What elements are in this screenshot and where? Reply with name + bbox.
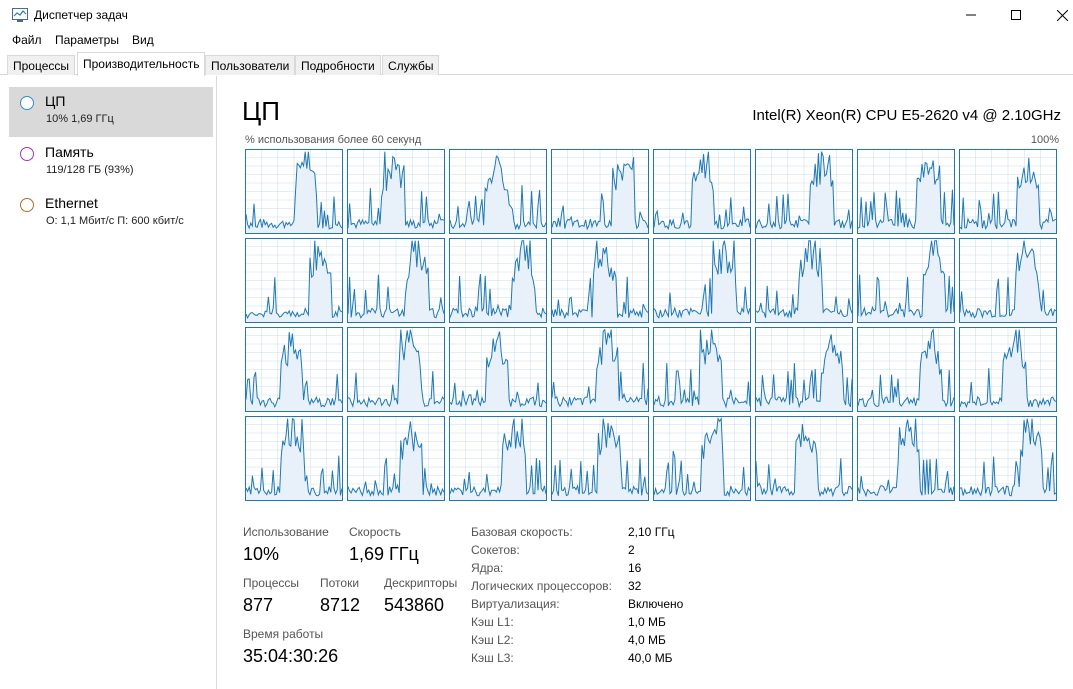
cpu-core-graph <box>653 416 751 501</box>
cpu-core-graph <box>755 327 853 412</box>
cpu-core-graph <box>857 327 955 412</box>
window-title: Диспетчер задач <box>34 8 128 22</box>
cpu-core-graph <box>551 149 649 234</box>
tab-details[interactable]: Подробности <box>295 55 381 75</box>
sidebar-item-label: Ethernet <box>45 195 98 211</box>
cores-label: Ядра: <box>471 561 504 575</box>
cpu-core-graph <box>551 327 649 412</box>
cpu-core-graph <box>245 149 343 234</box>
cpu-core-graph <box>347 238 445 323</box>
cpu-core-graph <box>959 327 1057 412</box>
cpu-core-graph <box>449 238 547 323</box>
cpu-core-graph <box>959 238 1057 323</box>
menu-file[interactable]: Файл <box>12 33 42 47</box>
l3-cache-value: 40,0 МБ <box>628 651 673 665</box>
logical-processors-value: 32 <box>628 579 642 593</box>
logical-processor-graphs[interactable] <box>245 149 1059 501</box>
l1-cache-label: Кэш L1: <box>471 615 514 629</box>
virtualization-value: Включено <box>628 597 684 611</box>
maximize-icon <box>1011 10 1021 20</box>
cpu-core-graph <box>449 327 547 412</box>
cpu-core-graph <box>551 416 649 501</box>
cpu-model-name: Intel(R) Xeon(R) CPU E5-2620 v4 @ 2.10GH… <box>752 107 1061 124</box>
sidebar-item-memory[interactable]: Память 119/128 ГБ (93%) <box>9 138 213 188</box>
threads-value: 8712 <box>320 595 361 615</box>
cpu-core-graph <box>551 238 649 323</box>
handles-label: Дескрипторы <box>384 576 458 590</box>
cpu-core-graph <box>347 149 445 234</box>
uptime-value: 35:04:30:26 <box>243 646 339 666</box>
cpu-core-graph <box>755 238 853 323</box>
cpu-core-graph <box>857 416 955 501</box>
graph-caption: % использования более 60 секунд <box>245 134 422 146</box>
tab-strip: Процессы Производительность Пользователи… <box>0 52 1073 76</box>
menu-bar: Файл Параметры Вид <box>0 30 1073 50</box>
title-bar: Диспетчер задач <box>0 0 1073 30</box>
speed-value: 1,69 ГГц <box>349 544 419 564</box>
page-title: ЦП <box>242 96 280 126</box>
sidebar-item-label: ЦП <box>45 93 66 109</box>
processes-value: 877 <box>243 595 274 615</box>
l2-cache-label: Кэш L2: <box>471 633 514 647</box>
graph-max-label: 100% <box>1030 134 1059 146</box>
ethernet-indicator-icon <box>20 198 34 212</box>
task-manager-icon <box>12 8 28 22</box>
sidebar-item-ethernet[interactable]: Ethernet О: 1,1 Мбит/с П: 600 кбит/с <box>9 189 213 239</box>
cpu-core-graph <box>449 416 547 501</box>
cores-value: 16 <box>628 561 642 575</box>
menu-options[interactable]: Параметры <box>55 33 119 47</box>
cpu-core-graph <box>857 238 955 323</box>
processes-label: Процессы <box>243 576 300 590</box>
cpu-core-graph <box>245 238 343 323</box>
base-speed-value: 2,10 ГГц <box>628 525 675 539</box>
maximize-button[interactable] <box>993 0 1039 30</box>
menu-view[interactable]: Вид <box>132 33 154 47</box>
minimize-icon <box>966 14 976 16</box>
tab-users[interactable]: Пользователи <box>205 55 296 75</box>
cpu-core-graph <box>959 416 1057 501</box>
cpu-core-graph <box>653 238 751 323</box>
cpu-core-graph <box>653 327 751 412</box>
logical-processors-label: Логических процессоров: <box>471 579 612 593</box>
sidebar-item-detail: О: 1,1 Мбит/с П: 600 кбит/с <box>46 215 184 227</box>
sidebar-item-cpu[interactable]: ЦП 10% 1,69 ГГц <box>9 87 213 137</box>
handles-value: 543860 <box>384 595 445 615</box>
cpu-core-graph <box>245 416 343 501</box>
cpu-core-graph <box>347 327 445 412</box>
sockets-value: 2 <box>628 543 635 557</box>
l2-cache-value: 4,0 МБ <box>628 633 666 647</box>
cpu-core-graph <box>347 416 445 501</box>
close-button[interactable] <box>1039 0 1073 30</box>
virtualization-label: Виртуализация: <box>471 597 560 611</box>
sidebar-item-label: Память <box>45 144 94 160</box>
uptime-label: Время работы <box>243 627 324 641</box>
speed-label: Скорость <box>349 525 401 539</box>
cpu-core-graph <box>449 149 547 234</box>
threads-label: Потоки <box>320 576 360 590</box>
tab-performance[interactable]: Производительность <box>77 52 206 76</box>
base-speed-label: Базовая скорость: <box>471 525 573 539</box>
close-icon <box>1056 9 1068 21</box>
cpu-core-graph <box>857 149 955 234</box>
usage-label: Использование <box>243 525 329 539</box>
cpu-core-graph <box>959 149 1057 234</box>
l1-cache-value: 1,0 МБ <box>628 615 666 629</box>
memory-indicator-icon <box>20 147 34 161</box>
cpu-core-graph <box>245 327 343 412</box>
usage-value: 10% <box>243 544 280 564</box>
tab-services[interactable]: Службы <box>382 55 440 75</box>
cpu-core-graph <box>755 416 853 501</box>
tab-processes[interactable]: Процессы <box>7 55 76 75</box>
sockets-label: Сокетов: <box>471 543 520 557</box>
cpu-core-graph <box>653 149 751 234</box>
sidebar-item-detail: 119/128 ГБ (93%) <box>46 164 134 176</box>
cpu-indicator-icon <box>20 96 34 110</box>
minimize-button[interactable] <box>948 0 994 30</box>
sidebar-item-detail: 10% 1,69 ГГц <box>46 113 114 125</box>
cpu-core-graph <box>755 149 853 234</box>
l3-cache-label: Кэш L3: <box>471 651 514 665</box>
